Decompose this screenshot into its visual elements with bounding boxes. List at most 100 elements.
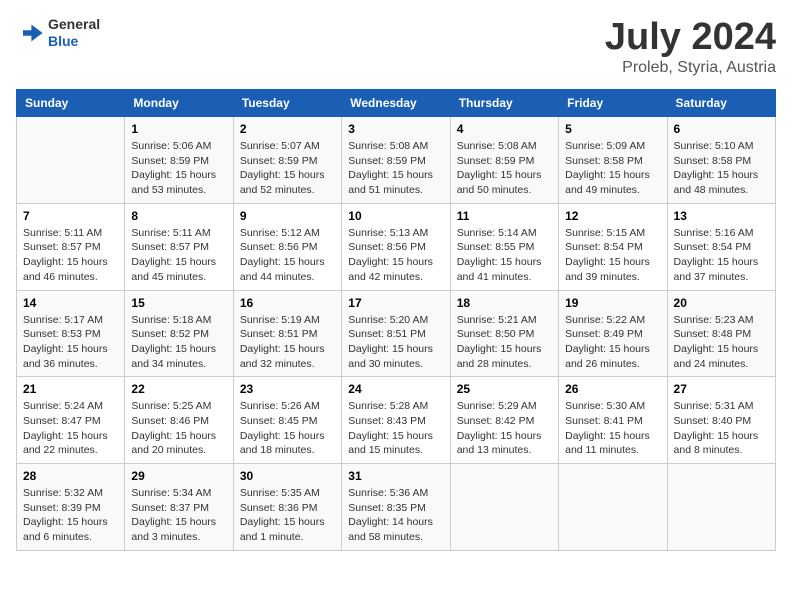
title-block: July 2024 Proleb, Styria, Austria [605,16,776,77]
week-row-3: 14Sunrise: 5:17 AM Sunset: 8:53 PM Dayli… [17,290,776,377]
day-info: Sunrise: 5:22 AM Sunset: 8:49 PM Dayligh… [565,313,660,372]
day-number: 14 [23,296,118,310]
day-cell: 11 Sunrise: 5:14 AM Sunset: 8:55 PM Dayli… [450,203,558,290]
week-row-4: 21 Sunrise: 5:24 AM Sunset: 8:47 PM Dayli… [17,377,776,464]
day-cell: 28 Sunrise: 5:32 AM Sunset: 8:39 PM Dayli… [17,464,125,551]
day-number: 12 [565,209,660,223]
day-cell: 9 Sunrise: 5:12 AM Sunset: 8:56 PM Daylig… [233,203,341,290]
week-row-5: 28 Sunrise: 5:32 AM Sunset: 8:39 PM Dayli… [17,464,776,551]
day-number: 30 [240,469,335,483]
day-info: Sunrise: 5:31 AM Sunset: 8:40 PM Dayligh… [674,399,769,458]
day-number: 28 [23,469,118,483]
day-cell: 14Sunrise: 5:17 AM Sunset: 8:53 PM Dayli… [17,290,125,377]
day-cell [559,464,667,551]
day-cell [17,117,125,204]
main-title: July 2024 [605,16,776,59]
day-cell: 20 Sunrise: 5:23 AM Sunset: 8:48 PM Dayli… [667,290,775,377]
day-info: Sunrise: 5:16 AM Sunset: 8:54 PM Dayligh… [674,226,769,285]
day-number: 2 [240,122,335,136]
day-cell: 12 Sunrise: 5:15 AM Sunset: 8:54 PM Dayli… [559,203,667,290]
day-info: Sunrise: 5:14 AM Sunset: 8:55 PM Dayligh… [457,226,552,285]
day-cell: 27Sunrise: 5:31 AM Sunset: 8:40 PM Dayli… [667,377,775,464]
day-info: Sunrise: 5:15 AM Sunset: 8:54 PM Dayligh… [565,226,660,285]
day-cell: 26 Sunrise: 5:30 AM Sunset: 8:41 PM Dayli… [559,377,667,464]
subtitle: Proleb, Styria, Austria [605,59,776,77]
day-number: 23 [240,382,335,396]
day-number: 15 [131,296,226,310]
day-cell: 31Sunrise: 5:36 AM Sunset: 8:35 PM Dayli… [342,464,450,551]
day-cell: 6Sunrise: 5:10 AM Sunset: 8:58 PM Daylig… [667,117,775,204]
day-cell: 10Sunrise: 5:13 AM Sunset: 8:56 PM Dayli… [342,203,450,290]
day-cell: 15Sunrise: 5:18 AM Sunset: 8:52 PM Dayli… [125,290,233,377]
day-info: Sunrise: 5:08 AM Sunset: 8:59 PM Dayligh… [457,139,552,198]
day-info: Sunrise: 5:13 AM Sunset: 8:56 PM Dayligh… [348,226,443,285]
day-number: 22 [131,382,226,396]
day-info: Sunrise: 5:12 AM Sunset: 8:56 PM Dayligh… [240,226,335,285]
logo: General Blue [16,16,100,50]
day-number: 31 [348,469,443,483]
day-info: Sunrise: 5:23 AM Sunset: 8:48 PM Dayligh… [674,313,769,372]
day-cell: 17 Sunrise: 5:20 AM Sunset: 8:51 PM Dayli… [342,290,450,377]
day-info: Sunrise: 5:11 AM Sunset: 8:57 PM Dayligh… [23,226,118,285]
day-cell: 13 Sunrise: 5:16 AM Sunset: 8:54 PM Dayli… [667,203,775,290]
day-number: 5 [565,122,660,136]
day-cell: 18 Sunrise: 5:21 AM Sunset: 8:50 PM Dayli… [450,290,558,377]
day-number: 9 [240,209,335,223]
day-info: Sunrise: 5:06 AM Sunset: 8:59 PM Dayligh… [131,139,226,198]
logo-icon [16,19,44,47]
day-cell [450,464,558,551]
day-info: Sunrise: 5:30 AM Sunset: 8:41 PM Dayligh… [565,399,660,458]
day-number: 19 [565,296,660,310]
day-cell: 25 Sunrise: 5:29 AM Sunset: 8:42 PM Dayli… [450,377,558,464]
day-number: 1 [131,122,226,136]
day-info: Sunrise: 5:29 AM Sunset: 8:42 PM Dayligh… [457,399,552,458]
day-info: Sunrise: 5:11 AM Sunset: 8:57 PM Dayligh… [131,226,226,285]
day-number: 3 [348,122,443,136]
day-number: 26 [565,382,660,396]
day-number: 16 [240,296,335,310]
day-number: 18 [457,296,552,310]
day-info: Sunrise: 5:07 AM Sunset: 8:59 PM Dayligh… [240,139,335,198]
day-number: 13 [674,209,769,223]
day-info: Sunrise: 5:25 AM Sunset: 8:46 PM Dayligh… [131,399,226,458]
day-info: Sunrise: 5:21 AM Sunset: 8:50 PM Dayligh… [457,313,552,372]
day-number: 7 [23,209,118,223]
day-cell: 19 Sunrise: 5:22 AM Sunset: 8:49 PM Dayli… [559,290,667,377]
day-number: 8 [131,209,226,223]
day-info: Sunrise: 5:32 AM Sunset: 8:39 PM Dayligh… [23,486,118,545]
day-info: Sunrise: 5:24 AM Sunset: 8:47 PM Dayligh… [23,399,118,458]
header-cell-monday: Monday [125,90,233,117]
day-number: 4 [457,122,552,136]
day-number: 24 [348,382,443,396]
day-cell: 24 Sunrise: 5:28 AM Sunset: 8:43 PM Dayli… [342,377,450,464]
week-row-2: 7 Sunrise: 5:11 AM Sunset: 8:57 PM Daylig… [17,203,776,290]
header-row: SundayMondayTuesdayWednesdayThursdayFrid… [17,90,776,117]
day-cell: 7 Sunrise: 5:11 AM Sunset: 8:57 PM Daylig… [17,203,125,290]
day-cell: 5Sunrise: 5:09 AM Sunset: 8:58 PM Daylig… [559,117,667,204]
day-cell: 1 Sunrise: 5:06 AM Sunset: 8:59 PM Daylig… [125,117,233,204]
day-number: 21 [23,382,118,396]
day-cell: 30Sunrise: 5:35 AM Sunset: 8:36 PM Dayli… [233,464,341,551]
day-info: Sunrise: 5:19 AM Sunset: 8:51 PM Dayligh… [240,313,335,372]
day-cell: 2 Sunrise: 5:07 AM Sunset: 8:59 PM Daylig… [233,117,341,204]
day-number: 25 [457,382,552,396]
day-cell: 8 Sunrise: 5:11 AM Sunset: 8:57 PM Daylig… [125,203,233,290]
header-cell-tuesday: Tuesday [233,90,341,117]
calendar-table: SundayMondayTuesdayWednesdayThursdayFrid… [16,89,776,551]
day-number: 11 [457,209,552,223]
week-row-1: 1 Sunrise: 5:06 AM Sunset: 8:59 PM Daylig… [17,117,776,204]
day-number: 6 [674,122,769,136]
day-number: 17 [348,296,443,310]
day-info: Sunrise: 5:34 AM Sunset: 8:37 PM Dayligh… [131,486,226,545]
day-info: Sunrise: 5:08 AM Sunset: 8:59 PM Dayligh… [348,139,443,198]
page-header: General Blue July 2024 Proleb, Styria, A… [16,16,776,77]
day-cell [667,464,775,551]
day-cell: 16 Sunrise: 5:19 AM Sunset: 8:51 PM Dayli… [233,290,341,377]
day-number: 20 [674,296,769,310]
calendar-body: 1 Sunrise: 5:06 AM Sunset: 8:59 PM Daylig… [17,117,776,551]
day-info: Sunrise: 5:20 AM Sunset: 8:51 PM Dayligh… [348,313,443,372]
calendar-header: SundayMondayTuesdayWednesdayThursdayFrid… [17,90,776,117]
day-info: Sunrise: 5:28 AM Sunset: 8:43 PM Dayligh… [348,399,443,458]
day-cell: 29Sunrise: 5:34 AM Sunset: 8:37 PM Dayli… [125,464,233,551]
logo-blue: Blue [48,33,78,49]
